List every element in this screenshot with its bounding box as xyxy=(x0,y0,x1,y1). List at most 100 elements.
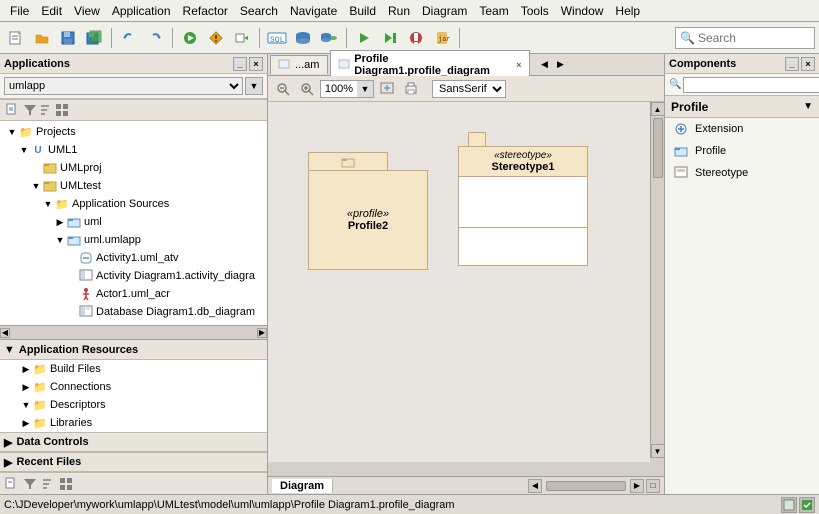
diagram-tab-diagram[interactable]: Diagram xyxy=(272,479,333,493)
recent-files-header[interactable]: ▶ Recent Files xyxy=(0,452,267,472)
search-input[interactable] xyxy=(698,31,808,45)
menu-tools[interactable]: Tools xyxy=(515,2,555,20)
db2-button[interactable] xyxy=(317,26,341,50)
resource-descriptors[interactable]: ▼ 📁 Descriptors xyxy=(0,396,267,414)
menu-build[interactable]: Build xyxy=(343,2,382,20)
scrollbar-vertical[interactable]: ▲ ▼ xyxy=(650,102,664,458)
tree-item-projects[interactable]: ▼ 📁 Projects xyxy=(2,123,265,141)
menu-diagram[interactable]: Diagram xyxy=(416,2,473,20)
save-button[interactable] xyxy=(56,26,80,50)
scroll-down-btn[interactable]: ▼ xyxy=(651,444,665,458)
menu-help[interactable]: Help xyxy=(609,2,646,20)
toggle-uml-umlapp[interactable]: ▼ xyxy=(54,234,66,246)
toggle-libraries[interactable]: ▶ xyxy=(20,417,32,429)
toggle-uml1[interactable]: ▼ xyxy=(18,144,30,156)
resource-libraries[interactable]: ▶ 📁 Libraries xyxy=(0,414,267,432)
tree-item-umlproj[interactable]: UMLproj xyxy=(2,159,265,177)
menu-navigate[interactable]: Navigate xyxy=(284,2,343,20)
tree-sort-btn[interactable] xyxy=(38,102,54,118)
toggle-connections[interactable]: ▶ xyxy=(20,381,32,393)
print-btn[interactable] xyxy=(400,79,422,99)
res-btn1[interactable] xyxy=(4,476,20,492)
component-profile[interactable]: Profile xyxy=(665,140,819,162)
status-icon2[interactable] xyxy=(799,497,815,513)
menu-team[interactable]: Team xyxy=(473,2,514,20)
menu-edit[interactable]: Edit xyxy=(35,2,68,20)
zoom-dropdown-btn[interactable]: ▼ xyxy=(357,81,373,97)
close-panel-button[interactable]: × xyxy=(249,57,263,71)
step-button[interactable] xyxy=(230,26,254,50)
zoom-out-btn[interactable] xyxy=(272,79,294,99)
jar-button[interactable]: jar xyxy=(430,26,454,50)
scroll-left-btn[interactable]: ◀ xyxy=(0,328,10,338)
save-all-button[interactable] xyxy=(82,26,106,50)
toggle-build[interactable]: ▶ xyxy=(20,363,32,375)
diag-tab-corner[interactable]: □ xyxy=(646,479,660,493)
minimize-right-btn[interactable]: _ xyxy=(785,57,799,71)
toggle-app-sources[interactable]: ▼ xyxy=(42,198,54,210)
new-button[interactable] xyxy=(4,26,28,50)
profile-folder[interactable]: «profile» Profile2 xyxy=(308,152,428,272)
tree-item-activity[interactable]: Activity1.uml_atv xyxy=(2,249,265,267)
menu-window[interactable]: Window xyxy=(555,2,610,20)
res-sort-btn[interactable] xyxy=(40,476,56,492)
tree-item-app-sources[interactable]: ▼ 📁 Application Sources xyxy=(2,195,265,213)
open-button[interactable] xyxy=(30,26,54,50)
right-search-input[interactable] xyxy=(683,77,819,93)
app-dropdown[interactable]: umlapp xyxy=(4,77,243,95)
scroll-thumb-v[interactable] xyxy=(653,118,663,178)
tree-item-uml[interactable]: ▶ uml xyxy=(2,213,265,231)
app-menu-btn[interactable]: ▼ xyxy=(245,77,263,95)
status-icon1[interactable] xyxy=(781,497,797,513)
run-button[interactable] xyxy=(178,26,202,50)
toggle-descriptors[interactable]: ▼ xyxy=(20,399,32,411)
toggle-projects[interactable]: ▼ xyxy=(6,126,18,138)
tree-filter-btn[interactable] xyxy=(22,102,38,118)
tree-layout-btn[interactable] xyxy=(54,102,70,118)
sql-button[interactable]: SQL xyxy=(265,26,289,50)
menu-refactor[interactable]: Refactor xyxy=(177,2,234,20)
res-filter-btn[interactable] xyxy=(22,476,38,492)
toggle-umltest[interactable]: ▼ xyxy=(30,180,42,192)
zoom-input[interactable] xyxy=(321,83,357,95)
menu-application[interactable]: Application xyxy=(106,2,177,20)
resource-connections[interactable]: ▶ 📁 Connections xyxy=(0,378,267,396)
zoom-in-btn[interactable] xyxy=(296,79,318,99)
step2-button[interactable] xyxy=(378,26,402,50)
scroll-right-btn[interactable]: ▶ xyxy=(257,328,267,338)
resource-build-files[interactable]: ▶ 📁 Build Files xyxy=(0,360,267,378)
tree-new-btn[interactable] xyxy=(4,101,22,119)
menu-run[interactable]: Run xyxy=(382,2,416,20)
tab-am[interactable]: ...am xyxy=(270,55,328,74)
menu-view[interactable]: View xyxy=(68,2,106,20)
close-right-btn[interactable]: × xyxy=(801,57,815,71)
tree-item-activity-diag[interactable]: Activity Diagram1.activity_diagra xyxy=(2,267,265,285)
toggle-umlproj[interactable] xyxy=(30,162,42,174)
tree-item-actor[interactable]: Actor1.uml_acr xyxy=(2,285,265,303)
tree-item-uml-umlapp[interactable]: ▼ uml.umlapp xyxy=(2,231,265,249)
fit-btn[interactable] xyxy=(376,79,398,99)
db-button[interactable] xyxy=(291,26,315,50)
components-filter-dropdown[interactable]: ▼ xyxy=(803,101,813,112)
menu-file[interactable]: File xyxy=(4,2,35,20)
scroll-up-btn[interactable]: ▲ xyxy=(651,102,665,116)
undo-button[interactable] xyxy=(117,26,141,50)
menu-search[interactable]: Search xyxy=(234,2,284,20)
debug2-button[interactable] xyxy=(404,26,428,50)
diag-tab-right[interactable]: ▶ xyxy=(630,479,644,493)
font-selector[interactable]: SansSerif xyxy=(432,80,506,98)
component-stereotype[interactable]: Stereotype xyxy=(665,162,819,184)
tab-scroll-left[interactable]: ◀ xyxy=(536,57,552,73)
diag-tab-left[interactable]: ◀ xyxy=(528,479,542,493)
redo-button[interactable] xyxy=(143,26,167,50)
res-layout-btn[interactable] xyxy=(58,476,74,492)
component-extension[interactable]: Extension xyxy=(665,118,819,140)
tree-item-umltest[interactable]: ▼ UMLtest xyxy=(2,177,265,195)
data-controls-header[interactable]: ▶ Data Controls xyxy=(0,432,267,452)
diag-scroll-thumb-h[interactable] xyxy=(546,481,626,491)
tree-item-uml1[interactable]: ▼ U UML1 xyxy=(2,141,265,159)
toggle-uml[interactable]: ▶ xyxy=(54,216,66,228)
tab-scroll-right[interactable]: ▶ xyxy=(552,57,568,73)
tree-scrollbar-h[interactable]: ◀ ▶ xyxy=(0,325,267,339)
tree-item-db[interactable]: Database Diagram1.db_diagram xyxy=(2,303,265,321)
